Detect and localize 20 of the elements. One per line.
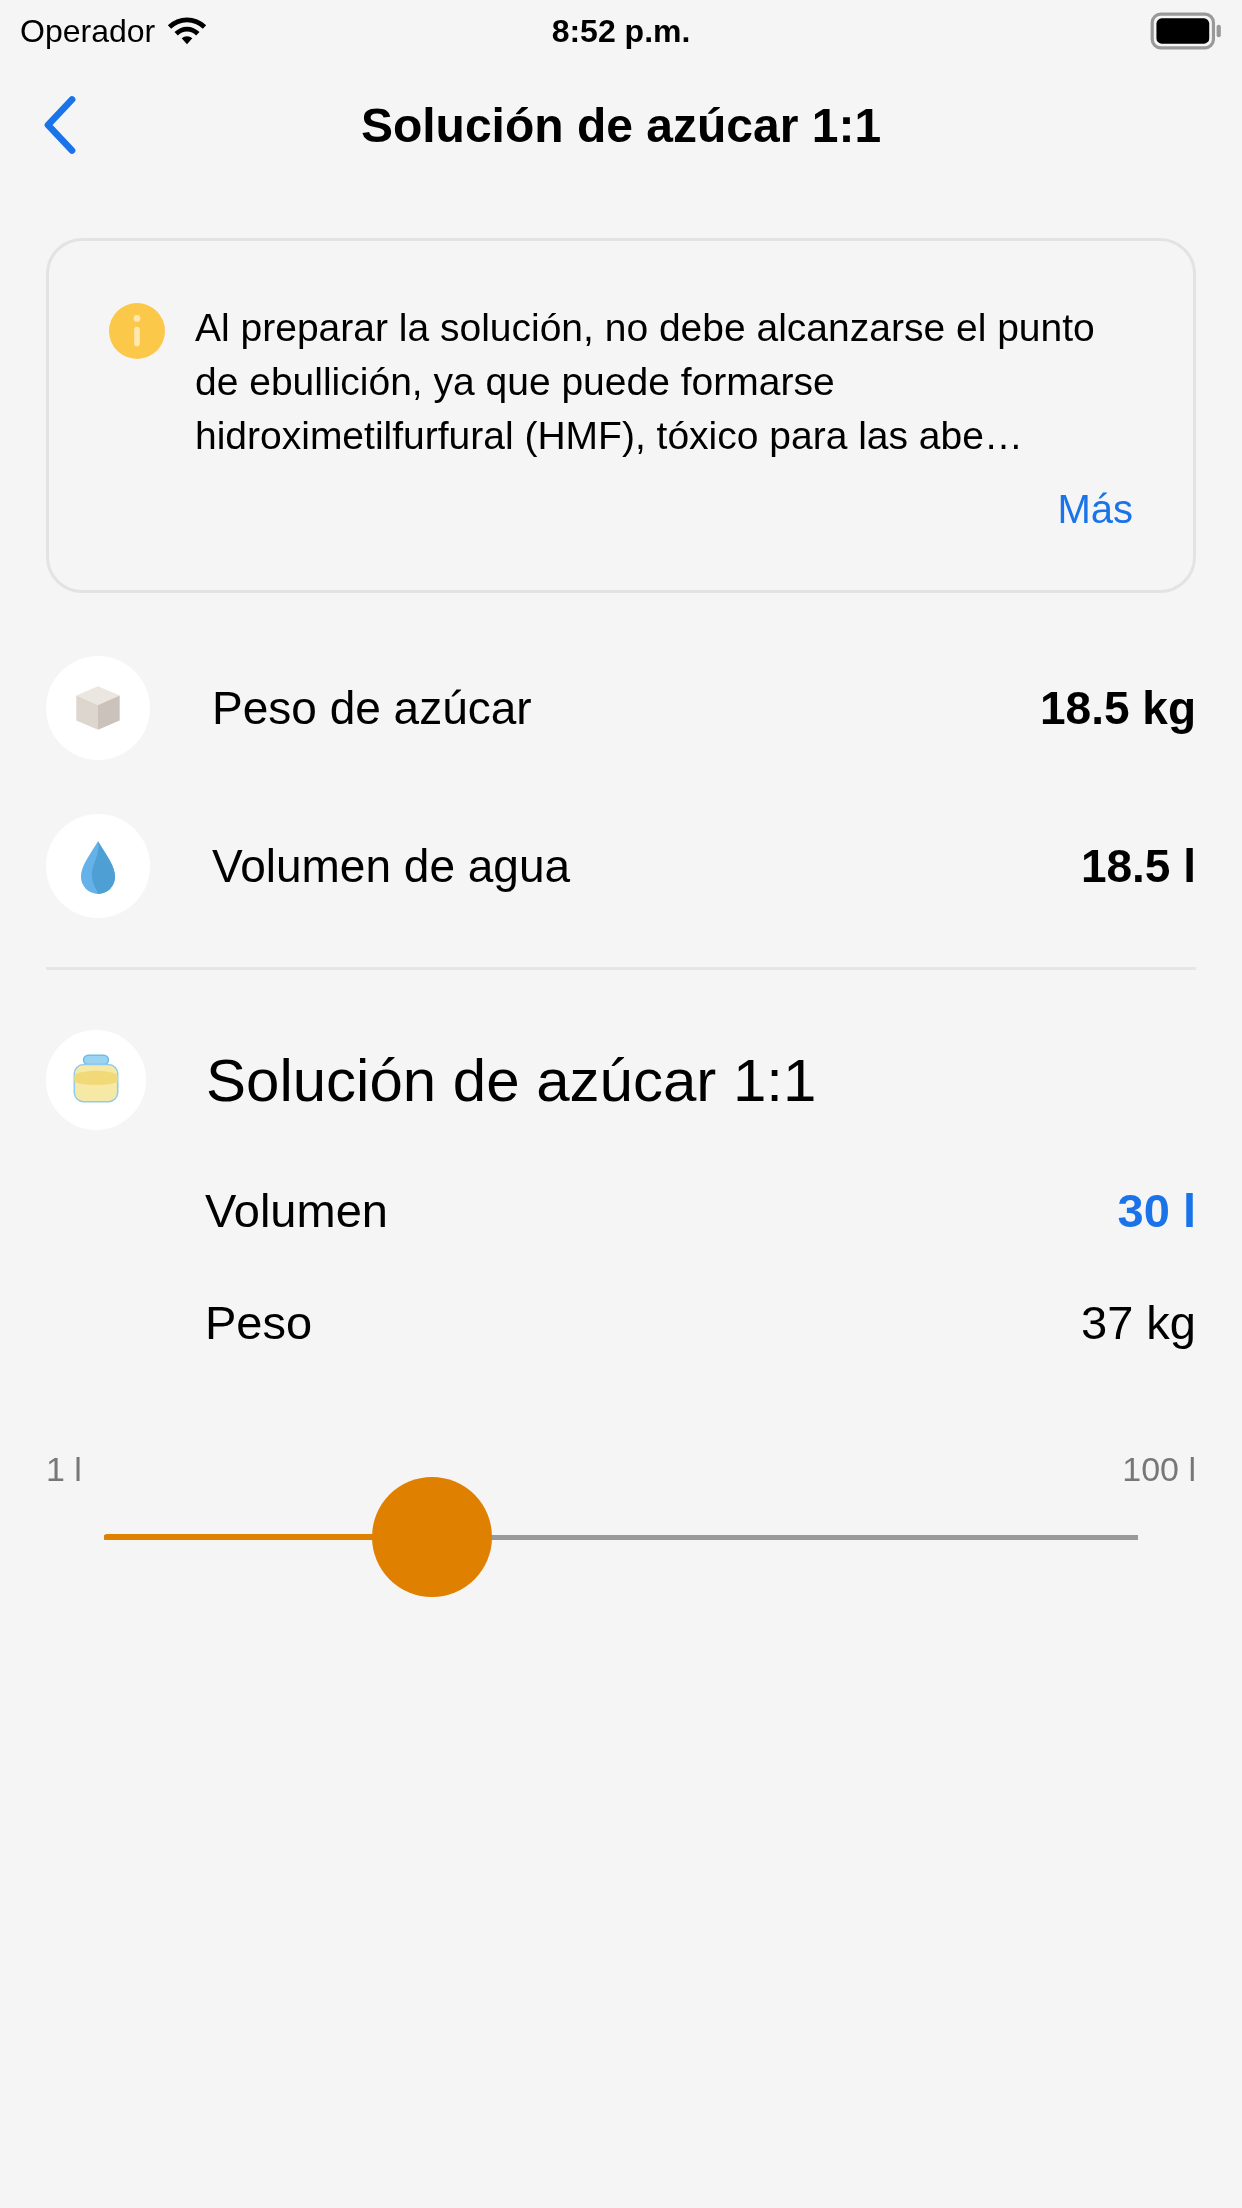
- slider-max-label: 100 l: [1122, 1450, 1196, 1489]
- carrier-name: Operador: [20, 12, 156, 50]
- ingredient-label: Peso de azúcar: [212, 681, 533, 735]
- more-link[interactable]: Más: [1057, 487, 1133, 532]
- slider-min-label: 1 l: [46, 1450, 82, 1489]
- info-icon: [109, 303, 165, 359]
- solution-title: Solución de azúcar 1:1: [206, 1045, 817, 1115]
- chevron-left-icon: [42, 95, 78, 155]
- ingredient-value: 18.5 l: [1080, 839, 1196, 893]
- wifi-icon: [167, 16, 208, 46]
- status-time: 8:52 p.m.: [551, 12, 691, 50]
- ingredient-value: 18.5 kg: [1040, 681, 1196, 735]
- ingredient-label: Volumen de agua: [212, 839, 572, 893]
- battery-icon: [1150, 12, 1222, 50]
- solution-value[interactable]: 30 l: [1117, 1182, 1196, 1238]
- solution-label: Peso: [205, 1294, 313, 1350]
- solution-label: Volumen: [205, 1182, 388, 1238]
- solution-value[interactable]: 37 kg: [1081, 1294, 1196, 1350]
- notice-text: Al preparar la solución, no debe alcanzarse el punto de ebullición, ya que puede formarse hidroximetilfurfural (HMF), tóxico para las abe…: [195, 305, 1095, 459]
- screen-title: Solución de azúcar 1:1: [360, 97, 882, 153]
